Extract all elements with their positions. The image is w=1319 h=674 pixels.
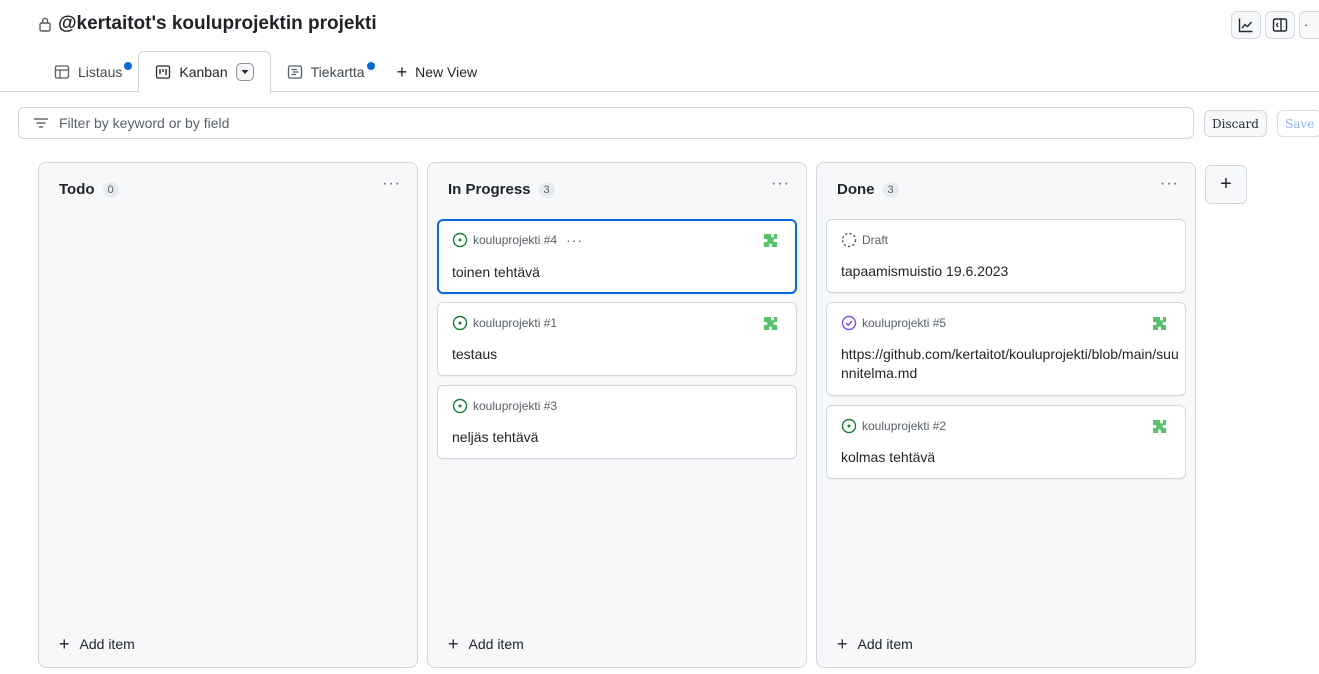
issue-card[interactable]: kouluprojekti #3 neljäs tehtävä bbox=[437, 385, 797, 459]
lock-icon bbox=[39, 17, 51, 32]
add-item-button[interactable]: + Add item bbox=[448, 635, 524, 653]
issue-reference[interactable]: kouluprojekti #1 bbox=[473, 316, 557, 330]
draft-card[interactable]: Draft tapaamismuistio 19.6.2023 bbox=[826, 219, 1186, 293]
card-meta: kouluprojekti #4 ··· bbox=[452, 232, 583, 248]
card-title[interactable]: neljäs tehtävä bbox=[452, 428, 792, 447]
save-button[interactable]: Save bbox=[1277, 110, 1319, 137]
unsaved-indicator bbox=[124, 62, 132, 70]
tab-label: Listaus bbox=[78, 63, 123, 80]
card-title[interactable]: kolmas tehtävä bbox=[841, 448, 1181, 467]
issue-reference[interactable]: kouluprojekti #4 bbox=[473, 233, 557, 247]
view-tabs: Listaus Kanban Tiekartta + New View bbox=[38, 51, 494, 93]
top-actions: · bbox=[1231, 11, 1319, 39]
card-meta: kouluprojekti #3 bbox=[452, 398, 557, 414]
roadmap-icon bbox=[287, 64, 302, 79]
add-item-button[interactable]: + Add item bbox=[837, 635, 913, 653]
plus-icon: + bbox=[1220, 173, 1232, 195]
discard-button[interactable]: Discard bbox=[1204, 110, 1267, 137]
card-title[interactable]: https://github.com/kertaitot/kouluprojek… bbox=[841, 345, 1181, 383]
plus-icon: + bbox=[837, 634, 848, 654]
add-item-button[interactable]: + Add item bbox=[59, 635, 135, 653]
title-row: @kertaitot's kouluprojektin projekti bbox=[38, 12, 377, 36]
issue-reference[interactable]: kouluprojekti #5 bbox=[862, 316, 946, 330]
tab-tiekartta[interactable]: Tiekartta bbox=[271, 51, 381, 92]
issue-card[interactable]: kouluprojekti #2 kolmas tehtävä bbox=[826, 405, 1186, 479]
item-count-badge: 3 bbox=[538, 181, 555, 198]
add-column-button[interactable]: + bbox=[1205, 165, 1247, 204]
column-todo: Todo 0 ··· + Add item bbox=[38, 162, 418, 668]
card-meta: kouluprojekti #2 bbox=[841, 418, 946, 434]
card-meta: kouluprojekti #1 bbox=[452, 315, 557, 331]
card-title[interactable]: tapaamismuistio 19.6.2023 bbox=[841, 262, 1181, 281]
draft-icon bbox=[841, 232, 857, 248]
issue-card[interactable]: kouluprojekti #1 testaus bbox=[437, 302, 797, 376]
more-options-button[interactable]: · bbox=[1299, 11, 1319, 39]
card-title[interactable]: testaus bbox=[452, 345, 792, 364]
item-count-badge: 3 bbox=[882, 181, 899, 198]
issue-card[interactable]: kouluprojekti #4 ··· toinen tehtävä bbox=[437, 219, 797, 294]
tab-kanban[interactable]: Kanban bbox=[138, 51, 271, 93]
filter-placeholder: Filter by keyword or by field bbox=[59, 115, 230, 131]
issue-reference[interactable]: kouluprojekti #3 bbox=[473, 399, 557, 413]
card-meta: kouluprojekti #5 bbox=[841, 315, 946, 331]
filter-input[interactable]: Filter by keyword or by field bbox=[18, 107, 1194, 139]
project-header: @kertaitot's kouluprojektin projekti · L… bbox=[0, 0, 1319, 93]
issue-open-icon bbox=[452, 232, 468, 248]
issue-open-icon bbox=[452, 398, 468, 414]
add-item-label: Add item bbox=[857, 636, 913, 652]
column-menu-icon[interactable]: ··· bbox=[1160, 175, 1179, 193]
insights-button[interactable] bbox=[1231, 11, 1261, 39]
issue-open-icon bbox=[452, 315, 468, 331]
puzzle-icon bbox=[1153, 420, 1166, 433]
add-item-label: Add item bbox=[79, 636, 135, 652]
kebab-icon: · bbox=[1304, 17, 1309, 32]
column-menu-icon[interactable]: ··· bbox=[382, 175, 401, 193]
column-title: In Progress bbox=[448, 181, 531, 198]
column-title: Todo bbox=[59, 181, 95, 198]
issue-closed-icon bbox=[841, 315, 857, 331]
board-icon bbox=[156, 65, 171, 79]
issue-card[interactable]: kouluprojekti #5 https://github.com/kert… bbox=[826, 302, 1186, 396]
tab-label: Tiekartta bbox=[310, 63, 365, 80]
issue-reference[interactable]: kouluprojekti #2 bbox=[862, 419, 946, 433]
plus-icon: + bbox=[396, 61, 408, 82]
filter-icon bbox=[34, 118, 48, 128]
column-in-progress: In Progress 3 ··· kouluprojekti #4 ··· t… bbox=[427, 162, 807, 668]
add-item-label: Add item bbox=[468, 636, 524, 652]
page-title[interactable]: @kertaitot's kouluprojektin projekti bbox=[58, 13, 377, 35]
puzzle-icon bbox=[764, 234, 777, 247]
puzzle-icon bbox=[1153, 317, 1166, 330]
tab-label: New View bbox=[415, 63, 478, 80]
column-header: Todo 0 bbox=[59, 181, 119, 198]
table-icon bbox=[54, 64, 70, 79]
card-title[interactable]: toinen tehtävä bbox=[452, 263, 792, 282]
item-count-badge: 0 bbox=[102, 181, 119, 198]
graph-icon bbox=[1238, 18, 1253, 33]
sidebar-icon bbox=[1272, 18, 1288, 32]
column-header: Done 3 bbox=[837, 181, 899, 198]
side-panel-button[interactable] bbox=[1265, 11, 1295, 39]
column-menu-icon[interactable]: ··· bbox=[771, 175, 790, 193]
issue-open-icon bbox=[841, 418, 857, 434]
view-options-dropdown[interactable] bbox=[235, 63, 254, 81]
puzzle-icon bbox=[764, 317, 777, 330]
tab-label: Kanban bbox=[179, 64, 228, 80]
card-meta: Draft bbox=[841, 232, 888, 248]
plus-icon: + bbox=[59, 634, 70, 654]
column-done: Done 3 ··· Draft tapaamismuistio 19.6.20… bbox=[816, 162, 1196, 668]
column-header: In Progress 3 bbox=[448, 181, 555, 198]
triangle-down-icon bbox=[241, 70, 249, 74]
unsaved-indicator bbox=[366, 62, 375, 70]
new-view-button[interactable]: + New View bbox=[381, 51, 494, 92]
column-title: Done bbox=[837, 181, 875, 198]
draft-label: Draft bbox=[862, 233, 889, 247]
card-menu-icon[interactable]: ··· bbox=[566, 232, 583, 248]
plus-icon: + bbox=[448, 634, 459, 654]
tab-listaus[interactable]: Listaus bbox=[38, 51, 138, 92]
